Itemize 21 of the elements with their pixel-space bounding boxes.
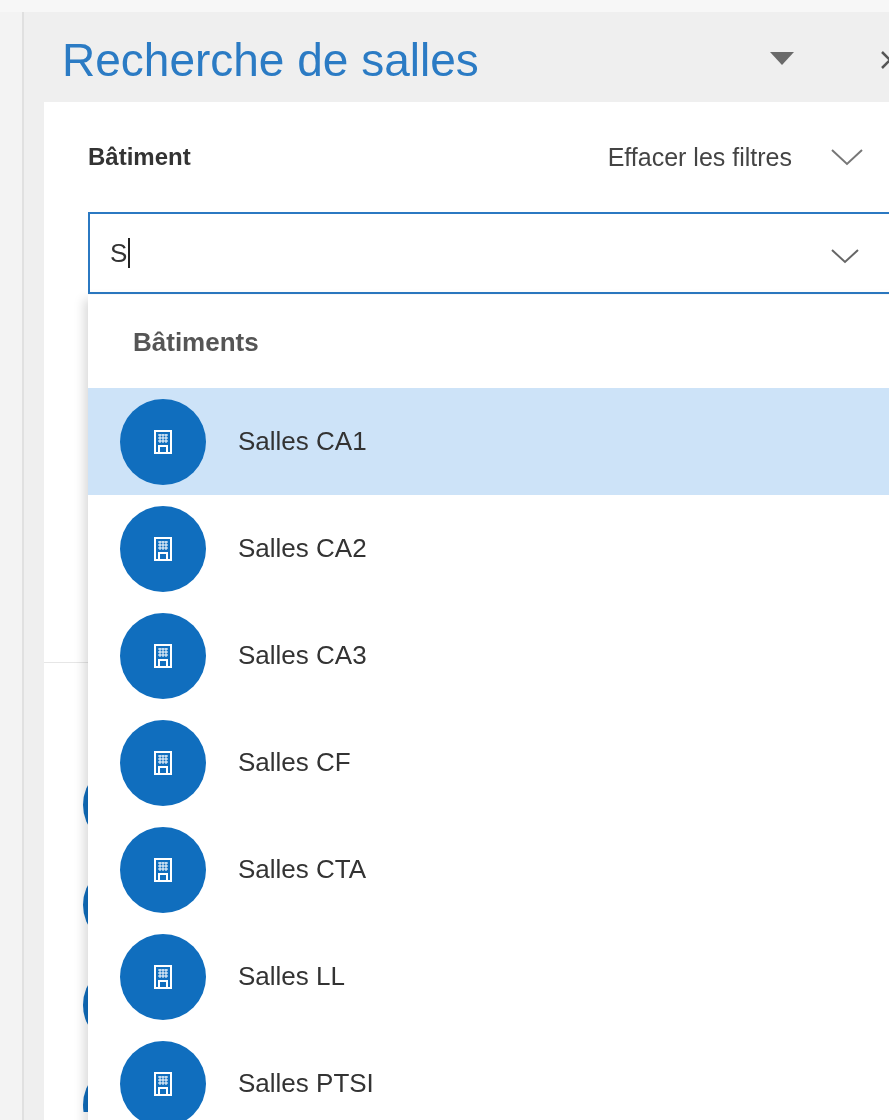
building-option[interactable]: Salles CA1 — [88, 388, 889, 495]
panel-title: Recherche de salles — [62, 33, 479, 87]
building-combobox[interactable]: S — [88, 212, 889, 294]
building-option[interactable]: Salles PTSI — [88, 1030, 889, 1120]
building-icon — [120, 505, 206, 592]
building-option[interactable]: Salles CF — [88, 709, 889, 816]
building-option[interactable]: Salles LL — [88, 923, 889, 1030]
field-label: Bâtiment — [88, 143, 192, 171]
building-icon — [120, 933, 206, 1020]
building-option[interactable]: Salles CA2 — [88, 495, 889, 602]
building-option[interactable]: Salles CA3 — [88, 602, 889, 709]
building-icon — [120, 398, 206, 485]
building-icon — [120, 612, 206, 699]
chevron-down-icon[interactable] — [830, 148, 864, 166]
group-header: Bâtiments — [132, 326, 260, 359]
chevron-down-icon[interactable] — [830, 248, 860, 264]
building-option[interactable]: Salles CTA — [88, 816, 889, 923]
dropdown-arrow-icon[interactable] — [770, 52, 794, 66]
clear-filters-link[interactable]: Effacer les filtres — [607, 142, 792, 172]
building-icon — [120, 826, 206, 913]
building-icon — [120, 719, 206, 806]
